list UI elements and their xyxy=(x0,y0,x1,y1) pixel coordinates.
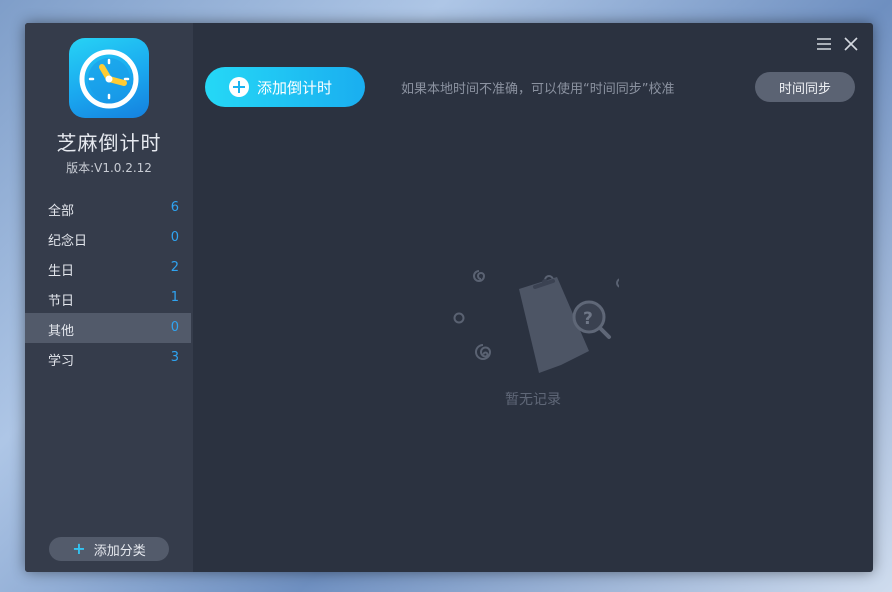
category-count: 6 xyxy=(170,200,179,215)
menu-icon[interactable] xyxy=(815,35,833,53)
app-title: 芝麻倒计时 xyxy=(56,131,162,155)
category-label: 学习 xyxy=(48,354,75,369)
app-version: 版本:V1.0.2.12 xyxy=(66,161,152,175)
sidebar-item-all[interactable]: 全部 6 xyxy=(25,193,191,223)
add-countdown-button[interactable]: 添加倒计时 xyxy=(205,67,365,107)
main-panel: 添加倒计时 如果本地时间不准确，可以使用“时间同步”校准 时间同步 ? 暂无记录 xyxy=(193,23,873,572)
category-count: 0 xyxy=(170,230,179,245)
category-count: 0 xyxy=(170,320,179,335)
time-sync-button[interactable]: 时间同步 xyxy=(755,72,855,102)
category-count: 3 xyxy=(170,350,179,365)
add-category-button[interactable]: + 添加分类 xyxy=(49,537,169,561)
empty-state-text: 暂无记录 xyxy=(505,392,561,408)
plus-icon: + xyxy=(72,539,86,558)
empty-record-icon: ? xyxy=(453,270,619,373)
clock-icon xyxy=(79,49,139,109)
sidebar-item-holiday[interactable]: 节日 1 xyxy=(25,283,191,313)
category-label: 纪念日 xyxy=(48,234,88,249)
add-category-label: 添加分类 xyxy=(93,543,146,559)
sidebar-item-other[interactable]: 其他 0 xyxy=(25,313,191,343)
category-count: 1 xyxy=(170,290,179,305)
svg-text:?: ? xyxy=(583,309,593,329)
sidebar-item-anniversary[interactable]: 纪念日 0 xyxy=(25,223,191,253)
sidebar-item-birthday[interactable]: 生日 2 xyxy=(25,253,191,283)
category-count: 2 xyxy=(170,260,179,275)
plus-circle-icon xyxy=(229,77,249,97)
app-logo xyxy=(69,38,149,118)
sidebar: 芝麻倒计时 版本:V1.0.2.12 全部 6 纪念日 0 生日 2 节日 1 … xyxy=(25,23,193,572)
category-list: 全部 6 纪念日 0 生日 2 节日 1 其他 0 学习 3 xyxy=(25,193,193,373)
category-label: 节日 xyxy=(48,294,75,309)
category-label: 其他 xyxy=(48,324,75,339)
close-icon[interactable] xyxy=(842,35,860,53)
time-sync-hint: 如果本地时间不准确，可以使用“时间同步”校准 xyxy=(401,82,675,97)
category-label: 全部 xyxy=(48,204,75,219)
app-window: 芝麻倒计时 版本:V1.0.2.12 全部 6 纪念日 0 生日 2 节日 1 … xyxy=(25,23,873,572)
category-label: 生日 xyxy=(48,264,75,279)
sidebar-item-study[interactable]: 学习 3 xyxy=(25,343,191,373)
add-countdown-label: 添加倒计时 xyxy=(257,78,333,97)
